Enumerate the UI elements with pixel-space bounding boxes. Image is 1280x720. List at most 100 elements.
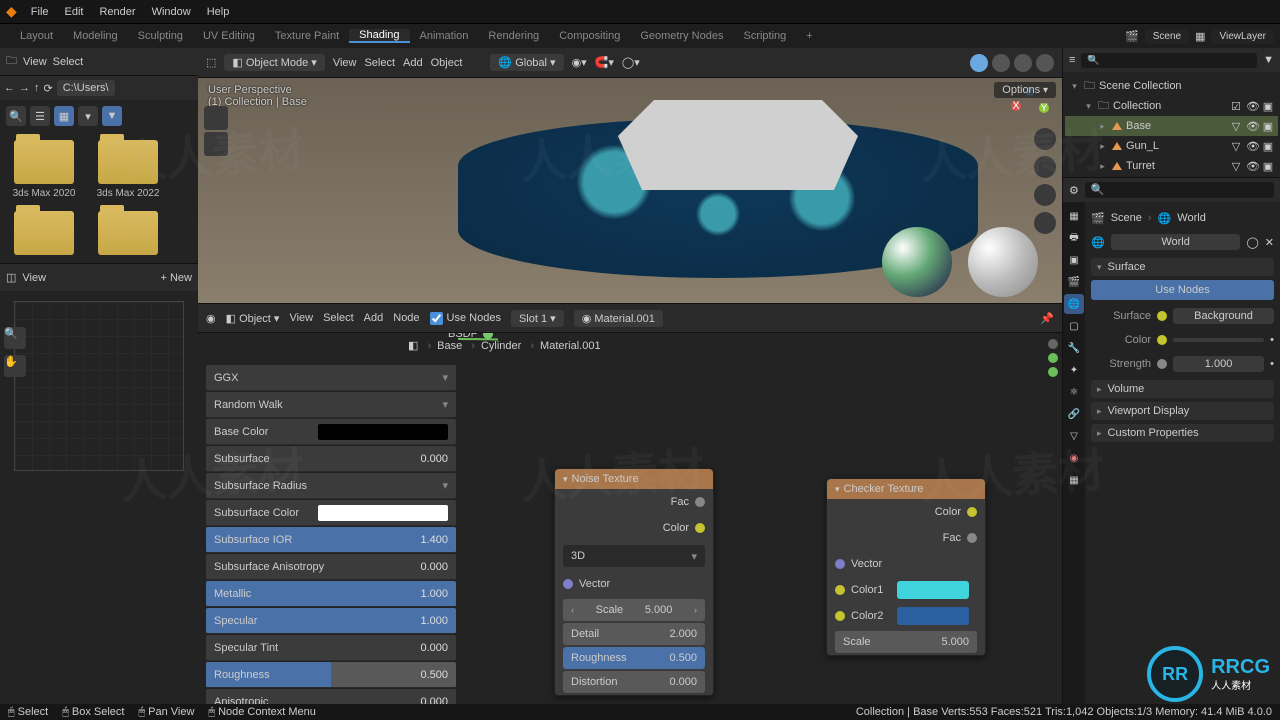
ws-add[interactable]: + — [796, 30, 822, 42]
editor-type-icon[interactable]: ⬚ — [206, 56, 216, 69]
object-turret[interactable]: ▸Turret▽👁▣ — [1065, 156, 1278, 176]
persp-icon[interactable] — [1034, 212, 1056, 234]
tab-material[interactable]: ◉ — [1064, 448, 1084, 468]
props-search[interactable] — [1085, 182, 1274, 198]
ws-shading[interactable]: Shading — [349, 29, 409, 43]
search-icon[interactable]: 🔍 — [6, 106, 26, 126]
ws-compositing[interactable]: Compositing — [549, 30, 630, 42]
noise-scale-field[interactable]: ‹Scale5.000› — [563, 599, 705, 621]
color2-swatch[interactable] — [897, 607, 969, 625]
noise-roughness-field[interactable]: Roughness0.500 — [563, 647, 705, 669]
world-color[interactable] — [1173, 338, 1264, 342]
orientation-dropdown[interactable]: 🌐 Global ▾ — [490, 54, 563, 71]
menu-window[interactable]: Window — [144, 6, 199, 18]
socket-color-out[interactable] — [695, 523, 705, 533]
slot-dropdown[interactable]: Slot 1 ▾ — [511, 310, 564, 327]
subsurface-row[interactable]: Subsurface0.000 — [206, 446, 456, 472]
tab-world[interactable]: 🌐 — [1064, 294, 1084, 314]
uv-canvas[interactable] — [14, 301, 184, 471]
ne-node[interactable]: Node — [393, 312, 419, 324]
ne-view[interactable]: View — [289, 312, 313, 324]
pivot-dropdown[interactable]: ◉▾ — [572, 56, 587, 69]
ws-modeling[interactable]: Modeling — [63, 30, 128, 42]
new-world-btn[interactable]: ◯ — [1246, 236, 1258, 249]
unlink-icon[interactable]: ✕ — [1265, 236, 1274, 249]
pan-icon[interactable]: ✋ — [4, 355, 26, 377]
folder-item[interactable]: 3ds Max 2022 — [92, 140, 164, 199]
viewport-3d[interactable]: User Perspective (1) Collection | Base Z… — [198, 78, 1062, 303]
node-header[interactable]: Checker Texture — [827, 479, 985, 499]
menu-edit[interactable]: Edit — [57, 6, 92, 18]
color-swatch[interactable] — [318, 424, 448, 440]
shading-matprev[interactable] — [1014, 54, 1032, 72]
base-color-row[interactable]: Base Color — [206, 419, 456, 445]
subsurface-radius-row[interactable]: Subsurface Radius — [206, 473, 456, 499]
uv-new[interactable]: + New — [161, 272, 193, 284]
use-nodes-button[interactable]: Use Nodes — [1091, 280, 1274, 300]
fb-view[interactable]: View — [23, 56, 47, 68]
checker-texture-node[interactable]: Checker Texture Color Fac Vector Color1 … — [826, 478, 986, 656]
ws-layout[interactable]: Layout — [10, 30, 63, 42]
tab-modifier[interactable]: 🔧 — [1064, 338, 1084, 358]
custom-properties-section[interactable]: Custom Properties — [1091, 424, 1274, 442]
ne-select[interactable]: Select — [323, 312, 354, 324]
specular-tint-row[interactable]: Specular Tint0.000 — [206, 635, 456, 661]
vp-add[interactable]: Add — [403, 57, 423, 69]
metallic-row[interactable]: Metallic1.000 — [206, 581, 456, 607]
world-datablock[interactable]: World — [1111, 234, 1241, 250]
filter-icon[interactable]: ▼ — [1263, 54, 1274, 66]
pin-icon[interactable]: 📌 — [1040, 312, 1054, 325]
node-mode[interactable]: ◧ Object ▾ — [226, 312, 280, 325]
folder-item[interactable] — [92, 211, 164, 255]
noise-detail-field[interactable]: Detail2.000 — [563, 623, 705, 645]
tool-cursor[interactable] — [204, 132, 228, 156]
mode-dropdown[interactable]: ◧ Object Mode ▾ — [224, 54, 324, 71]
object-gunl[interactable]: ▸Gun_L▽👁▣ — [1065, 136, 1278, 156]
ws-sculpting[interactable]: Sculpting — [128, 30, 193, 42]
tab-physics[interactable]: ⚛ — [1064, 382, 1084, 402]
proportional-edit[interactable]: ◯▾ — [622, 56, 640, 69]
tab-output[interactable]: 🖶 — [1064, 228, 1084, 248]
ws-animation[interactable]: Animation — [410, 30, 479, 42]
sort-icon[interactable]: ▾ — [78, 106, 98, 126]
vp-object[interactable]: Object — [431, 57, 463, 69]
pan-icon[interactable] — [1034, 156, 1056, 178]
node-editor[interactable]: ◧BaseCylinderMaterial.001 BSDF GGX Rando… — [198, 333, 1062, 704]
subsurface-ior-row[interactable]: Subsurface IOR1.400 — [206, 527, 456, 553]
tab-viewlayer[interactable]: ▣ — [1064, 250, 1084, 270]
socket-shader-out[interactable] — [483, 333, 493, 339]
tab-object[interactable]: ▢ — [1064, 316, 1084, 336]
checker-scale-field[interactable]: Scale5.000 — [835, 631, 977, 653]
nav-fwd[interactable]: → — [19, 82, 30, 94]
fb-select[interactable]: Select — [53, 56, 84, 68]
anisotropic-row[interactable]: Anisotropic0.000 — [206, 689, 456, 704]
noise-distortion-field[interactable]: Distortion0.000 — [563, 671, 705, 693]
path-field[interactable]: C:\Users\ — [57, 80, 115, 96]
zoom-icon[interactable] — [1034, 128, 1056, 150]
viewlayer-field[interactable]: ViewLayer — [1211, 29, 1274, 44]
subsurface-aniso-row[interactable]: Subsurface Anisotropy0.000 — [206, 554, 456, 580]
scene-collection[interactable]: ▾🗀 Scene Collection — [1065, 76, 1278, 96]
color1-swatch[interactable] — [897, 581, 969, 599]
color-swatch[interactable] — [318, 505, 448, 521]
surface-section[interactable]: Surface — [1091, 258, 1274, 276]
object-base[interactable]: ▸Base▽👁▣ — [1065, 116, 1278, 136]
principled-bsdf-node[interactable]: GGX Random Walk Base Color Subsurface0.0… — [206, 365, 456, 704]
scene-field[interactable]: Scene — [1145, 29, 1189, 44]
nav-back[interactable]: ← — [4, 82, 15, 94]
specular-row[interactable]: Specular1.000 — [206, 608, 456, 634]
socket-vector-in[interactable] — [563, 579, 573, 589]
menu-file[interactable]: File — [23, 6, 57, 18]
collection-item[interactable]: ▾🗀 Collection☑👁▣ — [1065, 96, 1278, 116]
tab-scene[interactable]: 🎬 — [1064, 272, 1084, 292]
ne-add[interactable]: Add — [364, 312, 384, 324]
viewport-options[interactable]: Options ▾ — [994, 82, 1056, 98]
tab-particles[interactable]: ✦ — [1064, 360, 1084, 380]
tool-select-box[interactable] — [204, 106, 228, 130]
roughness-row[interactable]: Roughness0.500 — [206, 662, 456, 688]
socket-fac-out[interactable] — [695, 497, 705, 507]
viewport-display-section[interactable]: Viewport Display — [1091, 402, 1274, 420]
tab-constraints[interactable]: 🔗 — [1064, 404, 1084, 424]
shading-wireframe[interactable] — [970, 54, 988, 72]
snap-toggle[interactable]: 🧲▾ — [595, 56, 614, 69]
